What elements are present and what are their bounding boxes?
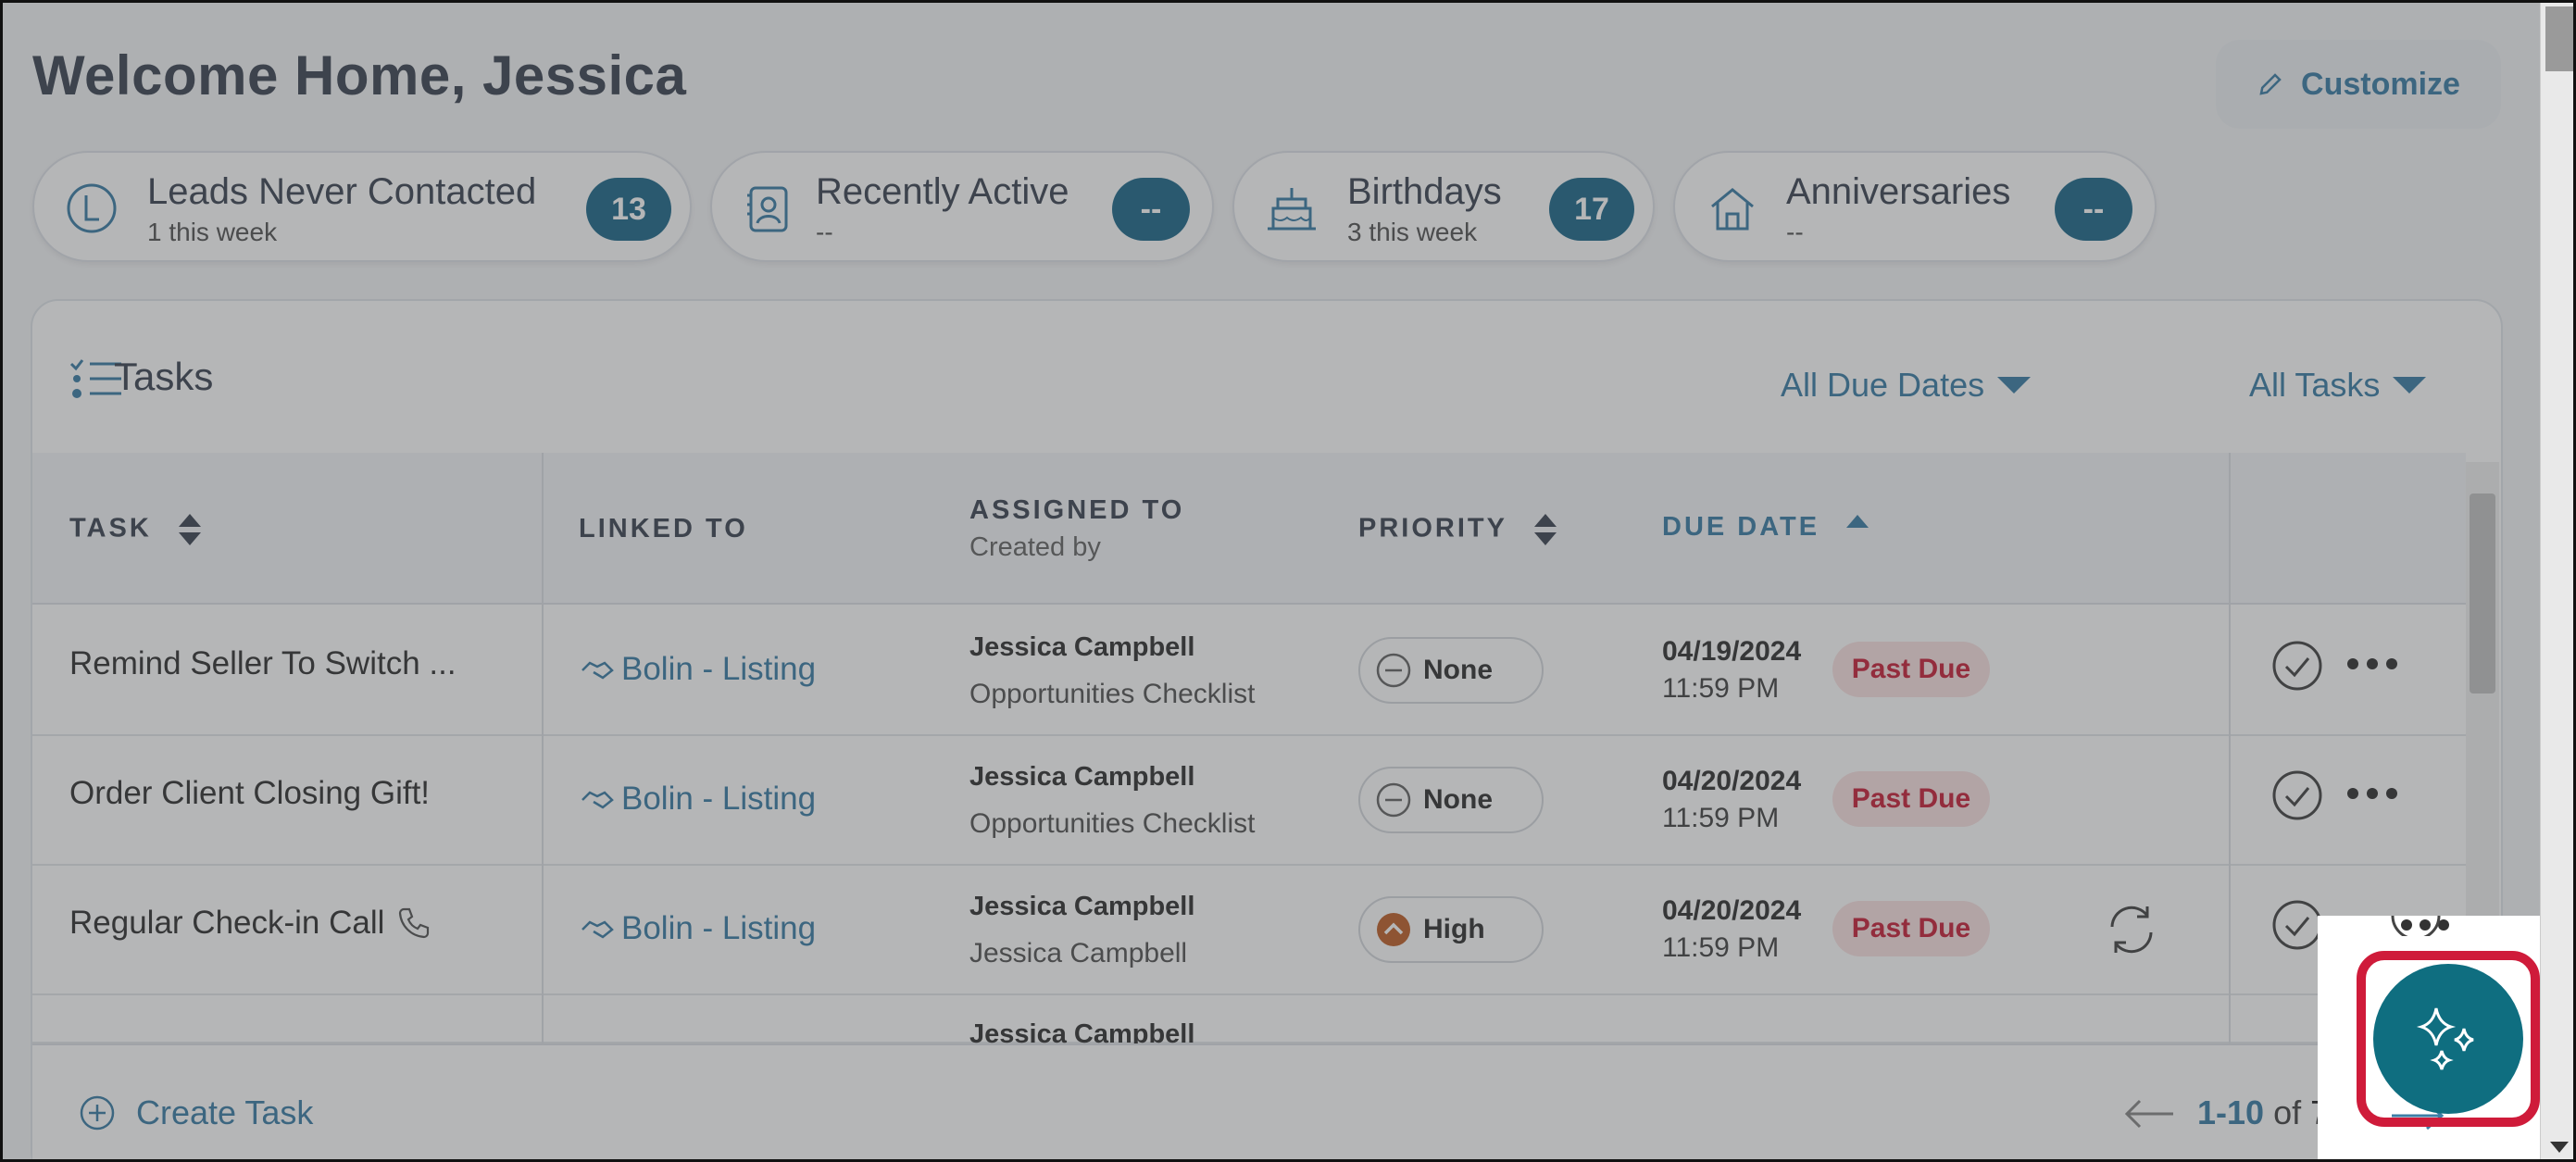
scroll-down-arrow-icon[interactable]	[2547, 1138, 2571, 1156]
complete-check-icon-partial	[2391, 916, 2441, 936]
modal-backdrop-overlay	[3, 3, 2573, 1159]
app-frame: Welcome Home, Jessica Customize Leads Ne…	[0, 0, 2576, 1162]
highlight-box	[2357, 951, 2540, 1127]
page-scrollbar[interactable]	[2540, 3, 2573, 1159]
page-scrollbar-thumb[interactable]	[2545, 6, 2573, 71]
